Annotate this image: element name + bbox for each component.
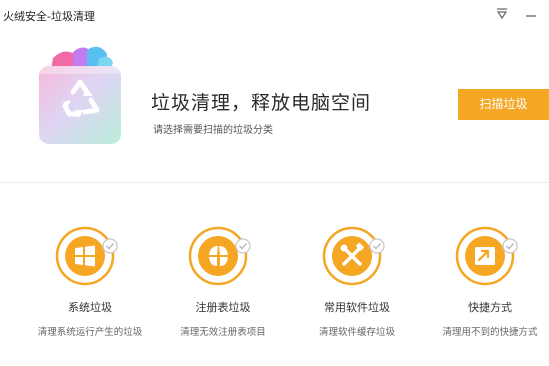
recycle-bin-icon	[35, 44, 125, 148]
category-software-junk[interactable]: 常用软件垃圾 清理软件缓存垃圾	[282, 222, 432, 338]
scan-button[interactable]: 扫描垃圾	[458, 89, 549, 120]
page-title: 垃圾清理，释放电脑空间	[151, 92, 372, 114]
window-title: 火绒安全-垃圾清理	[3, 10, 95, 23]
category-desc: 清理软件缓存垃圾	[318, 327, 395, 338]
category-name: 系统垃圾	[68, 301, 112, 314]
minimize-icon[interactable]	[523, 6, 539, 22]
category-registry-junk[interactable]: 注册表垃圾 清理无效注册表项目	[148, 222, 298, 338]
category-name: 常用软件垃圾	[324, 301, 390, 314]
shortcut-icon	[455, 222, 525, 288]
category-desc: 清理无效注册表项目	[180, 327, 266, 338]
menu-dropdown-icon[interactable]	[494, 6, 510, 22]
category-system-junk[interactable]: 系统垃圾 清理系统运行产生的垃圾	[15, 222, 165, 338]
category-shortcut[interactable]: 快捷方式 清理用不到的快捷方式	[415, 222, 549, 338]
category-desc: 清理用不到的快捷方式	[442, 327, 538, 338]
page-subtitle: 请选择需要扫描的垃圾分类	[153, 125, 273, 136]
category-name: 注册表垃圾	[195, 301, 251, 314]
tools-icon	[322, 222, 392, 288]
windows-icon	[55, 222, 125, 288]
registry-icon	[188, 222, 258, 288]
title-bar: 火绒安全-垃圾清理	[0, 0, 549, 30]
category-desc: 清理系统运行产生的垃圾	[37, 327, 143, 338]
divider	[0, 182, 549, 183]
category-name: 快捷方式	[468, 301, 512, 314]
